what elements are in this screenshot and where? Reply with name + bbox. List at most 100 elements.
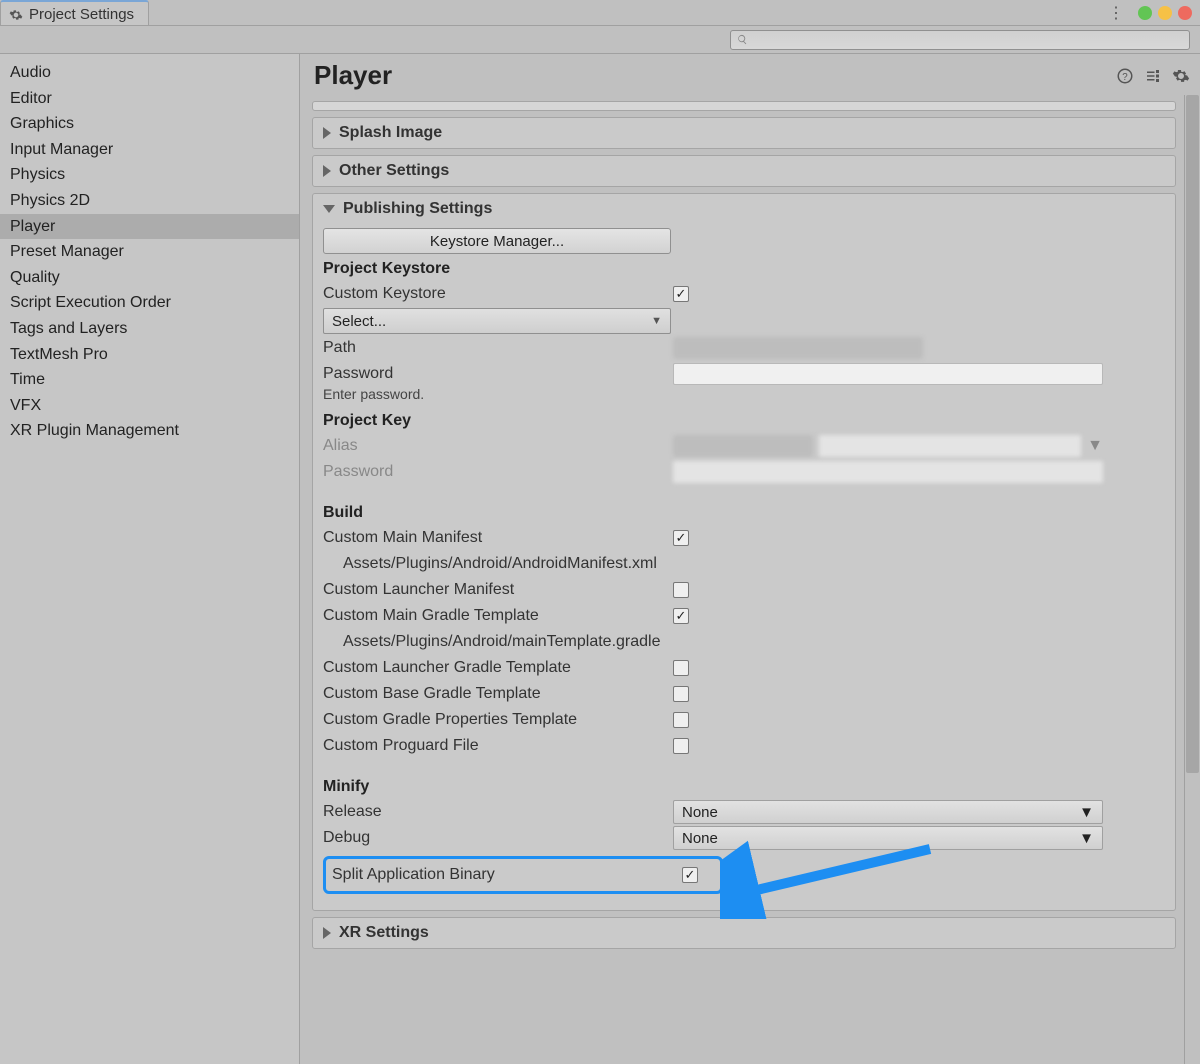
svg-text:?: ? bbox=[1122, 71, 1128, 82]
chevron-down-icon: ▼ bbox=[651, 315, 662, 327]
window-menu-icon[interactable]: ⋮ bbox=[1100, 3, 1132, 23]
build-row-checkbox[interactable] bbox=[673, 530, 689, 546]
split-binary-label: Split Application Binary bbox=[332, 866, 682, 884]
sidebar-item-time[interactable]: Time bbox=[0, 367, 299, 393]
preset-icon[interactable] bbox=[1144, 67, 1162, 85]
build-row-label: Custom Main Gradle Template bbox=[323, 607, 673, 625]
build-row-checkbox[interactable] bbox=[673, 582, 689, 598]
panel-splash-image[interactable]: Splash Image bbox=[312, 117, 1176, 149]
build-row: Custom Proguard File bbox=[323, 734, 1165, 758]
alias-dropdown[interactable] bbox=[819, 435, 1081, 457]
build-row-checkbox[interactable] bbox=[673, 738, 689, 754]
panel-top bbox=[312, 101, 1176, 111]
close-icon[interactable] bbox=[1178, 6, 1192, 20]
scrollbar-thumb[interactable] bbox=[1186, 95, 1199, 773]
build-row-label: Custom Launcher Manifest bbox=[323, 581, 673, 599]
publishing-settings-label: Publishing Settings bbox=[343, 200, 492, 218]
build-row-checkbox[interactable] bbox=[673, 712, 689, 728]
project-keystore-title: Project Keystore bbox=[323, 260, 1165, 278]
build-row-checkbox[interactable] bbox=[673, 608, 689, 624]
custom-keystore-checkbox[interactable] bbox=[673, 286, 689, 302]
build-row-label: Custom Proguard File bbox=[323, 737, 673, 755]
password-label: Password bbox=[323, 365, 673, 383]
minimize-icon[interactable] bbox=[1138, 6, 1152, 20]
window-tab-title: Project Settings bbox=[29, 6, 134, 23]
sidebar-item-preset-manager[interactable]: Preset Manager bbox=[0, 239, 299, 265]
split-binary-highlight: Split Application Binary bbox=[323, 856, 723, 894]
panel-other-settings[interactable]: Other Settings bbox=[312, 155, 1176, 187]
annotation-arrow-icon bbox=[720, 839, 950, 919]
path-label: Path bbox=[323, 339, 673, 357]
sidebar-item-editor[interactable]: Editor bbox=[0, 86, 299, 112]
panel-xr-settings[interactable]: XR Settings bbox=[312, 917, 1176, 949]
alias-value bbox=[673, 435, 813, 457]
build-row-checkbox[interactable] bbox=[673, 686, 689, 702]
page-title: Player bbox=[314, 60, 1116, 91]
key-password-label: Password bbox=[323, 463, 673, 481]
help-icon[interactable]: ? bbox=[1116, 67, 1134, 85]
sidebar-item-graphics[interactable]: Graphics bbox=[0, 111, 299, 137]
gear-icon bbox=[9, 8, 23, 22]
build-row: Custom Main Manifest bbox=[323, 526, 1165, 550]
sidebar-item-player[interactable]: Player bbox=[0, 214, 299, 240]
maximize-icon[interactable] bbox=[1158, 6, 1172, 20]
minify-title: Minify bbox=[323, 778, 1165, 796]
panel-publishing-settings: Publishing Settings Keystore Manager... … bbox=[312, 193, 1176, 911]
build-row-label: Custom Base Gradle Template bbox=[323, 685, 673, 703]
build-row-label: Custom Gradle Properties Template bbox=[323, 711, 673, 729]
alias-label: Alias bbox=[323, 437, 673, 455]
keystore-manager-button[interactable]: Keystore Manager... bbox=[323, 228, 671, 254]
sidebar-item-xr-plugin-management[interactable]: XR Plugin Management bbox=[0, 418, 299, 444]
sidebar-item-tags-and-layers[interactable]: Tags and Layers bbox=[0, 316, 299, 342]
build-row-label: Custom Main Manifest bbox=[323, 529, 673, 547]
xr-settings-label: XR Settings bbox=[339, 924, 429, 942]
build-row-path: Assets/Plugins/Android/mainTemplate.grad… bbox=[323, 633, 661, 651]
build-row: Custom Launcher Gradle Template bbox=[323, 656, 1165, 680]
splash-image-label: Splash Image bbox=[339, 124, 442, 142]
chevron-right-icon bbox=[323, 127, 331, 139]
other-settings-label: Other Settings bbox=[339, 162, 449, 180]
key-password-input[interactable] bbox=[673, 461, 1103, 483]
sidebar-item-vfx[interactable]: VFX bbox=[0, 393, 299, 419]
minify-release-select[interactable]: None▼ bbox=[673, 800, 1103, 824]
vertical-scrollbar[interactable] bbox=[1184, 95, 1200, 1064]
build-row-checkbox[interactable] bbox=[673, 660, 689, 676]
chevron-right-icon bbox=[323, 165, 331, 177]
sidebar-item-physics-2d[interactable]: Physics 2D bbox=[0, 188, 299, 214]
sidebar-item-physics[interactable]: Physics bbox=[0, 162, 299, 188]
build-row: Custom Launcher Manifest bbox=[323, 578, 1165, 602]
titlebar: Project Settings ⋮ bbox=[0, 0, 1200, 26]
keystore-select[interactable]: Select...▼ bbox=[323, 308, 671, 334]
chevron-down-icon: ▼ bbox=[1087, 437, 1103, 455]
build-row: Custom Base Gradle Template bbox=[323, 682, 1165, 706]
chevron-down-icon: ▼ bbox=[1079, 830, 1094, 847]
custom-keystore-label: Custom Keystore bbox=[323, 285, 673, 303]
chevron-down-icon: ▼ bbox=[1079, 804, 1094, 821]
sidebar-item-textmesh-pro[interactable]: TextMesh Pro bbox=[0, 342, 299, 368]
publishing-settings-header[interactable]: Publishing Settings bbox=[313, 194, 1175, 224]
keystore-password-input[interactable] bbox=[673, 363, 1103, 385]
search-icon bbox=[737, 34, 748, 45]
toolbar bbox=[0, 26, 1200, 54]
project-key-title: Project Key bbox=[323, 412, 1165, 430]
sidebar-item-script-execution-order[interactable]: Script Execution Order bbox=[0, 290, 299, 316]
build-row: Custom Gradle Properties Template bbox=[323, 708, 1165, 732]
password-helper: Enter password. bbox=[323, 386, 1165, 402]
search-input[interactable] bbox=[730, 30, 1190, 50]
build-row-label: Custom Launcher Gradle Template bbox=[323, 659, 673, 677]
minify-release-label: Release bbox=[323, 803, 673, 821]
split-binary-checkbox[interactable] bbox=[682, 867, 698, 883]
path-value bbox=[673, 337, 923, 359]
sidebar-item-quality[interactable]: Quality bbox=[0, 265, 299, 291]
window-tab[interactable]: Project Settings bbox=[0, 0, 149, 25]
build-title: Build bbox=[323, 504, 1165, 522]
chevron-down-icon bbox=[323, 205, 335, 213]
settings-gear-icon[interactable] bbox=[1172, 67, 1190, 85]
build-row-path: Assets/Plugins/Android/AndroidManifest.x… bbox=[323, 555, 657, 573]
build-row: Custom Main Gradle Template bbox=[323, 604, 1165, 628]
sidebar-item-audio[interactable]: Audio bbox=[0, 60, 299, 86]
minify-debug-select[interactable]: None▼ bbox=[673, 826, 1103, 850]
settings-sidebar: AudioEditorGraphicsInput ManagerPhysicsP… bbox=[0, 54, 300, 1064]
sidebar-item-input-manager[interactable]: Input Manager bbox=[0, 137, 299, 163]
minify-debug-label: Debug bbox=[323, 829, 673, 847]
